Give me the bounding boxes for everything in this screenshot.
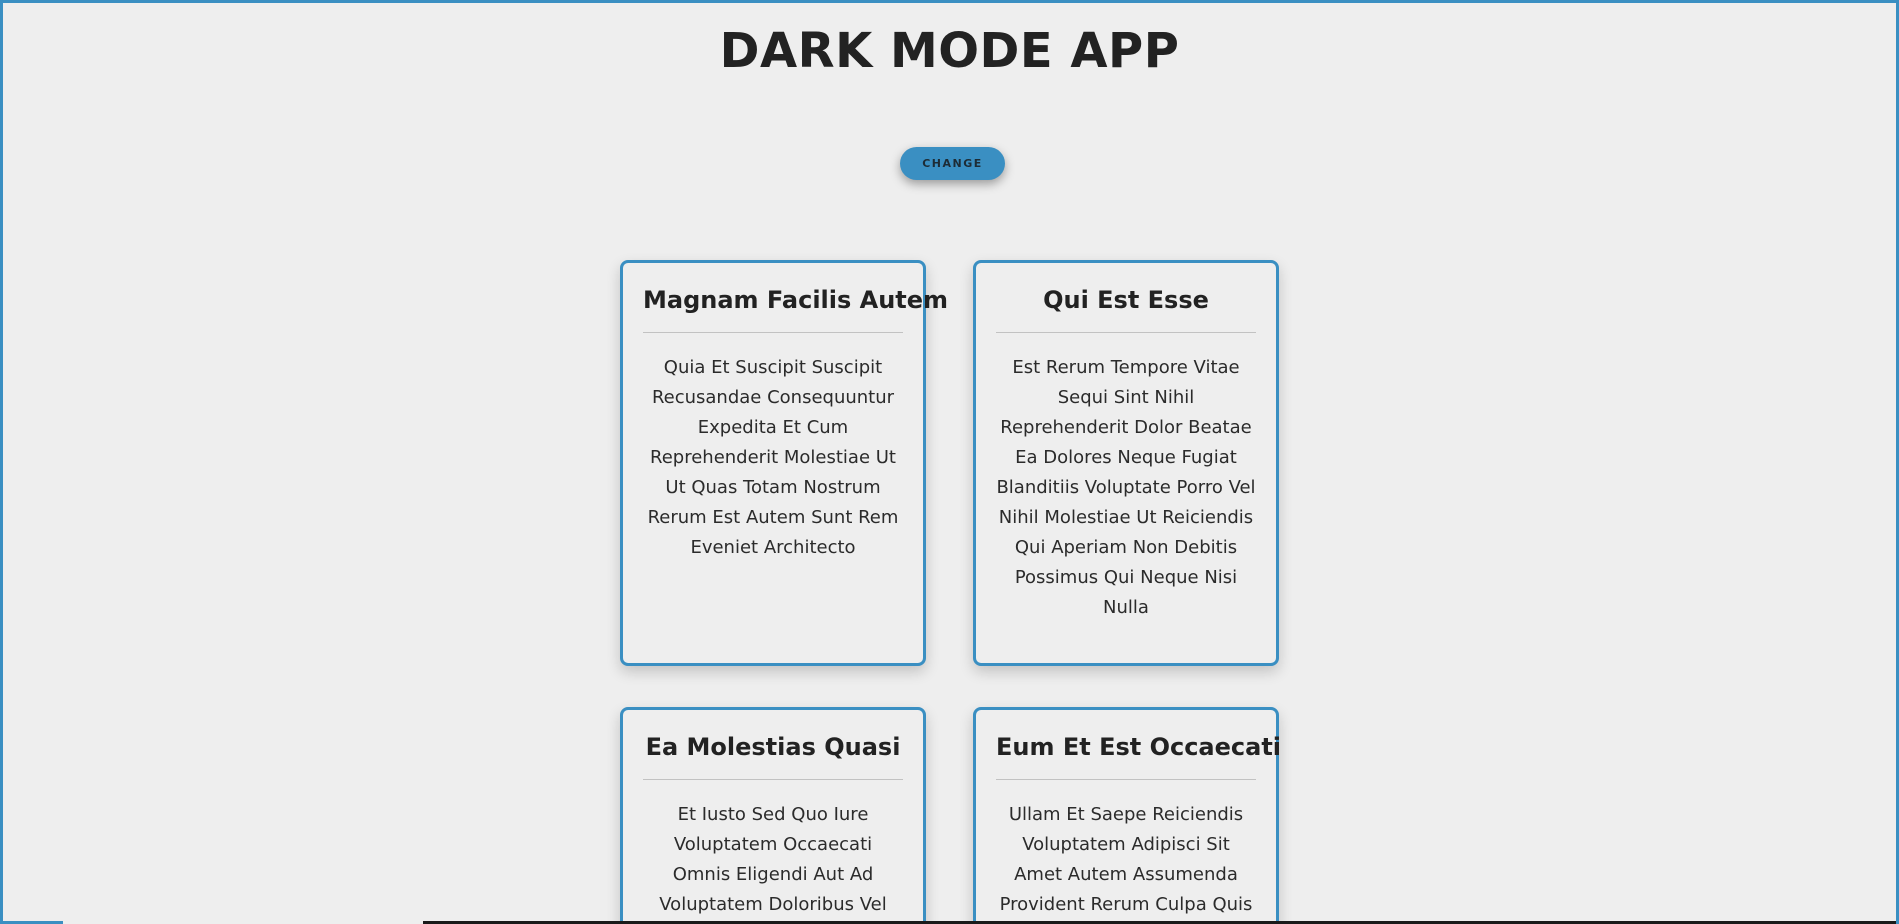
post-card: Magnam Facilis Autem Quia Et Suscipit Su…	[620, 260, 949, 666]
card-title: Magnam Facilis Autem	[643, 286, 949, 314]
post-card: Eum Et Est Occaecati Ullam Et Saepe Reic…	[973, 707, 1282, 924]
card-body: Ullam Et Saepe Reiciendis Voluptatem Adi…	[999, 804, 1253, 915]
post-card: Qui Est Esse Est Rerum Tempore Vitae Seq…	[973, 260, 1279, 666]
card-divider	[996, 332, 1256, 333]
card-title: Eum Et Est Occaecati	[996, 733, 1282, 761]
card-divider	[996, 779, 1256, 780]
card-body: Quia Et Suscipit Suscipit Recusandae Con…	[647, 357, 899, 558]
card-body: Est Rerum Tempore Vitae Sequi Sint Nihil…	[996, 357, 1256, 618]
page-title: DARK MODE APP	[719, 23, 1180, 79]
card-title: Ea Molestias Quasi	[645, 733, 901, 761]
change-theme-button[interactable]: CHANGE	[900, 147, 1005, 180]
post-card: Ea Molestias Quasi Et Iusto Sed Quo Iure…	[620, 707, 926, 924]
card-body: Et Iusto Sed Quo Iure Voluptatem Occaeca…	[659, 804, 887, 915]
card-divider	[643, 332, 903, 333]
card-divider	[643, 779, 903, 780]
app-window: DARK MODE APP CHANGE Magnam Facilis Aute…	[0, 0, 1899, 924]
card-title: Qui Est Esse	[1043, 286, 1209, 314]
